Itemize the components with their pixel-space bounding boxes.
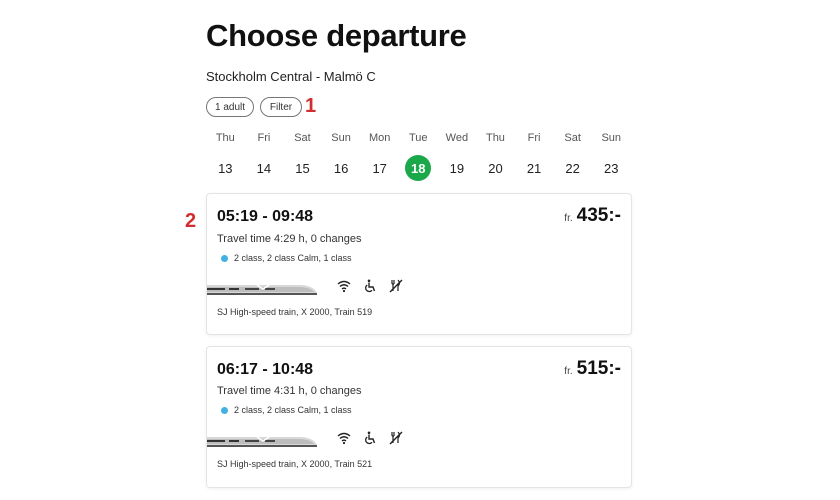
departure-times: 06:17 - 10:48 xyxy=(217,361,314,378)
departure-card[interactable]: 05:19 - 09:48 fr. 435:- Travel time 4:29… xyxy=(206,193,632,335)
no-food-icon xyxy=(389,279,403,293)
train-icon xyxy=(207,284,317,295)
day-of-week: Sat xyxy=(294,132,311,144)
day-of-week: Sun xyxy=(331,132,351,144)
departure-times: 05:19 - 09:48 xyxy=(217,208,314,225)
service-info: SJ High-speed train, X 2000, Train 519 xyxy=(217,307,373,317)
train-info-row xyxy=(207,427,403,449)
class-availability: 2 class, 2 class Calm, 1 class xyxy=(221,253,352,263)
train-info-row xyxy=(207,275,403,297)
day-of-week: Sat xyxy=(564,132,581,144)
day-of-week: Mon xyxy=(368,132,391,144)
price-amount: 435:- xyxy=(576,205,621,226)
day-number: 23 xyxy=(604,160,619,176)
day-fri-21[interactable]: Fri 21 xyxy=(515,130,554,181)
travel-time: Travel time 4:29 h, 0 changes xyxy=(217,233,362,245)
route-label: Stockholm Central - Malmö C xyxy=(206,69,376,84)
selected-day-number: 18 xyxy=(405,155,432,181)
class-dot-icon xyxy=(221,254,228,262)
page-title: Choose departure xyxy=(206,18,467,53)
day-fri-14[interactable]: Fri 14 xyxy=(245,130,284,181)
price-prefix: fr. xyxy=(564,366,573,377)
day-number: 16 xyxy=(333,160,349,176)
day-number: 21 xyxy=(526,160,542,176)
price-prefix: fr. xyxy=(564,213,573,224)
annotation-marker-2: 2 xyxy=(185,210,197,232)
class-dot-icon xyxy=(221,406,228,414)
wifi-icon xyxy=(337,279,351,293)
class-availability: 2 class, 2 class Calm, 1 class xyxy=(221,405,352,415)
class-list: 2 class, 2 class Calm, 1 class xyxy=(234,405,352,415)
class-list: 2 class, 2 class Calm, 1 class xyxy=(234,253,352,263)
day-number: 13 xyxy=(218,160,233,176)
day-wed-19[interactable]: Wed 19 xyxy=(438,130,477,181)
departure-card[interactable]: 06:17 - 10:48 fr. 515:- Travel time 4:31… xyxy=(206,346,632,488)
wheelchair-icon xyxy=(363,279,377,293)
day-sun-23[interactable]: Sun 23 xyxy=(592,130,631,181)
day-number: 17 xyxy=(372,160,387,176)
wheelchair-icon xyxy=(363,431,377,445)
day-thu-13[interactable]: Thu 13 xyxy=(206,130,245,181)
day-of-week: Fri xyxy=(527,132,541,144)
day-number: 19 xyxy=(449,160,465,176)
day-number: 14 xyxy=(256,160,272,176)
wifi-icon xyxy=(337,431,351,445)
day-of-week: Tue xyxy=(408,132,428,144)
day-of-week: Thu xyxy=(215,132,235,144)
day-sun-16[interactable]: Sun 16 xyxy=(322,130,361,181)
day-of-week: Fri xyxy=(257,132,271,144)
filter-button[interactable]: Filter xyxy=(260,97,302,117)
no-food-icon xyxy=(389,431,403,445)
day-sat-22[interactable]: Sat 22 xyxy=(553,130,592,181)
annotation-marker-1: 1 xyxy=(305,95,317,117)
passengers-button[interactable]: 1 adult xyxy=(206,97,254,117)
day-thu-20[interactable]: Thu 20 xyxy=(476,130,515,181)
travel-time: Travel time 4:31 h, 0 changes xyxy=(217,385,362,397)
day-number: 20 xyxy=(488,160,503,176)
features xyxy=(337,431,403,445)
train-icon xyxy=(207,436,317,447)
price: fr. 515:- xyxy=(564,358,621,380)
day-of-week: Sun xyxy=(601,132,622,144)
day-of-week: Wed xyxy=(445,132,469,144)
day-number: 15 xyxy=(295,160,310,176)
price: fr. 435:- xyxy=(564,205,621,227)
day-number: 22 xyxy=(565,160,580,176)
features xyxy=(337,279,403,293)
day-tue-18-selected[interactable]: Tue 18 xyxy=(399,130,438,181)
day-sat-15[interactable]: Sat 15 xyxy=(283,130,322,181)
date-selector: Thu 13 Fri 14 Sat 15 Sun 16 Mon 17 Tue 1… xyxy=(206,130,631,181)
day-mon-17[interactable]: Mon 17 xyxy=(360,130,399,181)
service-info: SJ High-speed train, X 2000, Train 521 xyxy=(217,459,373,469)
day-of-week: Thu xyxy=(485,132,505,144)
price-amount: 515:- xyxy=(576,358,621,379)
